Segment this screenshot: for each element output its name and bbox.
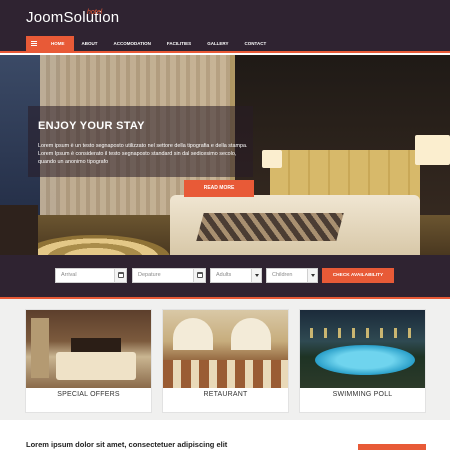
restaurant-arch — [173, 318, 213, 350]
adults-placeholder: Adults — [216, 272, 232, 278]
chevron-down-icon[interactable] — [307, 269, 317, 282]
special-offers-image[interactable] — [26, 310, 151, 388]
room-door — [31, 318, 49, 378]
children-placeholder: Children — [272, 272, 293, 278]
nav-item-home[interactable]: HOME — [42, 36, 74, 51]
site-logo[interactable]: JoomSolution — [26, 9, 119, 26]
read-more-button[interactable]: READ MORE — [184, 180, 254, 197]
site-header: JoomSolution hotel — [0, 0, 450, 36]
hero-lamp — [262, 150, 282, 168]
hero-text: Lorem ipsum è un testo segnaposto utiliz… — [38, 143, 248, 165]
hero-bed-runner — [196, 213, 344, 241]
pool-lights — [310, 328, 420, 338]
feature-card-label[interactable]: SPECIAL OFFERS — [26, 391, 151, 398]
departure-placeholder: Depature — [138, 272, 161, 278]
hero-title: ENJOY YOUR STAY — [38, 120, 145, 132]
check-availability-button[interactable]: CHECK AVAILABILITY — [322, 268, 394, 283]
booking-bar: Arrival Depature Adults Children CHECK A… — [0, 255, 450, 297]
nav-item-facilities[interactable]: FACILITIES — [159, 36, 199, 51]
nav-item-contact[interactable]: CONTACT — [237, 36, 275, 51]
children-select[interactable]: Children — [266, 268, 318, 283]
hero-dresser — [0, 205, 38, 255]
nav-items: HOME ABOUT ACCOMODATION FACILITIES GALLE… — [26, 36, 274, 51]
feature-card-restaurant[interactable]: RETAURANT — [162, 309, 289, 413]
room-bed — [56, 352, 136, 380]
nav-item-about[interactable]: ABOUT — [74, 36, 106, 51]
arrival-placeholder: Arrival — [61, 272, 77, 278]
nav-item-gallery[interactable]: GALLERY — [199, 36, 236, 51]
calendar-icon[interactable] — [114, 269, 126, 282]
hamburger-icon[interactable] — [26, 36, 42, 51]
nav-item-accomodation[interactable]: ACCOMODATION — [106, 36, 159, 51]
pool-water — [315, 345, 415, 375]
calendar-icon[interactable] — [193, 269, 205, 282]
site-logo-sup: hotel — [87, 9, 103, 16]
feature-card-label[interactable]: RETAURANT — [163, 391, 288, 398]
content-section: Lorem ipsum dolor sit amet, consectetuer… — [0, 420, 450, 450]
arrival-field[interactable]: Arrival — [55, 268, 127, 283]
section-button[interactable] — [358, 444, 426, 450]
departure-field[interactable]: Depature — [132, 268, 206, 283]
feature-card-label[interactable]: SWIMMING POLL — [300, 391, 425, 398]
restaurant-image[interactable] — [163, 310, 288, 388]
feature-card-swimming-pool[interactable]: SWIMMING POLL — [299, 309, 426, 413]
swimming-pool-image[interactable] — [300, 310, 425, 388]
adults-select[interactable]: Adults — [210, 268, 262, 283]
hero-lamp — [415, 135, 450, 165]
chevron-down-icon[interactable] — [251, 269, 261, 282]
features-section: SPECIAL OFFERS RETAURANT SWIMMING POLL — [0, 297, 450, 420]
hamburger-bars — [31, 41, 37, 46]
restaurant-tables — [163, 360, 288, 388]
main-nav: HOME ABOUT ACCOMODATION FACILITIES GALLE… — [0, 36, 450, 53]
section-title: Lorem ipsum dolor sit amet, consectetuer… — [26, 440, 228, 449]
restaurant-arch — [231, 318, 271, 350]
feature-card-special-offers[interactable]: SPECIAL OFFERS — [25, 309, 152, 413]
